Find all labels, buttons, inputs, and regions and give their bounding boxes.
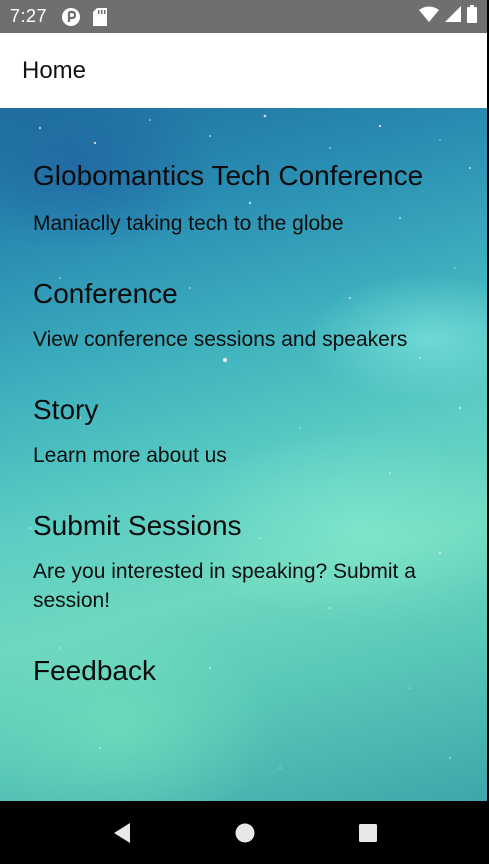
section-subtitle: View conference sessions and speakers	[33, 328, 408, 351]
app-bar: Home	[0, 33, 487, 108]
section-subtitle: Maniaclly taking tech to the globe	[33, 212, 344, 235]
home-button[interactable]	[225, 813, 265, 853]
signal-icon	[445, 6, 461, 27]
section-title: Conference	[33, 278, 178, 309]
sd-card-icon	[93, 7, 108, 26]
section-subtitle: Learn more about us	[33, 444, 227, 467]
section-title: Feedback	[33, 655, 156, 686]
section-globomantics[interactable]: Globomantics Tech Conference Maniaclly t…	[33, 156, 463, 238]
wifi-icon	[419, 6, 439, 27]
back-button[interactable]	[102, 813, 142, 853]
home-content[interactable]: Globomantics Tech Conference Maniaclly t…	[0, 108, 487, 801]
section-subtitle: Are you interested in speaking? Submit a…	[33, 560, 416, 612]
status-icons-right	[419, 5, 477, 28]
section-title: Story	[33, 394, 99, 425]
battery-icon	[467, 5, 477, 28]
section-title: Submit Sessions	[33, 510, 242, 541]
back-icon	[113, 822, 130, 843]
section-story[interactable]: Story Learn more about us	[33, 390, 463, 470]
sync-badge-icon	[61, 7, 81, 27]
page-title: Home	[22, 56, 87, 84]
recents-button[interactable]	[348, 813, 388, 853]
status-time: 7:27	[10, 6, 48, 26]
section-title: Globomantics Tech Conference	[33, 160, 424, 191]
section-conference[interactable]: Conference View conference sessions and …	[33, 274, 463, 354]
device-screen: 7:27 Home Globomantics Tech Conference M…	[0, 0, 489, 864]
section-feedback[interactable]: Feedback	[33, 651, 463, 690]
section-submit-sessions[interactable]: Submit Sessions Are you interested in sp…	[33, 506, 463, 615]
recents-icon	[358, 823, 377, 842]
status-bar: 7:27	[0, 0, 487, 33]
home-icon	[235, 823, 254, 842]
system-nav-bar	[0, 801, 489, 864]
section-list: Globomantics Tech Conference Maniaclly t…	[33, 156, 463, 726]
